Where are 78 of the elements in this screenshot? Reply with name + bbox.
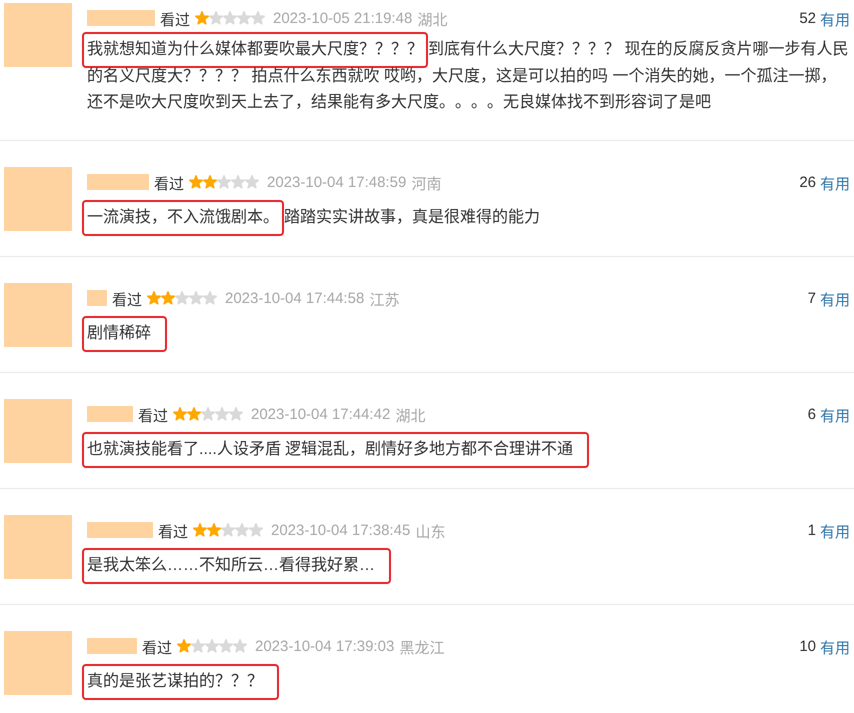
comment-time: 2023-10-04 17:44:58 — [225, 290, 364, 306]
star-icon — [217, 175, 231, 189]
star-icon — [229, 407, 243, 421]
avatar-placeholder — [4, 283, 72, 347]
star-icon — [147, 291, 161, 305]
star-icon — [235, 523, 249, 537]
comment-location: 黑龙江 — [399, 638, 444, 656]
comment-time: 2023-10-05 21:19:48 — [273, 10, 412, 26]
star-icon — [223, 11, 237, 25]
star-icon — [231, 175, 245, 189]
star-icon — [201, 407, 215, 421]
comment-location: 湖北 — [417, 10, 448, 28]
star-icon — [237, 11, 251, 25]
redaction-block — [87, 638, 137, 654]
star-icon — [203, 175, 217, 189]
redaction-block — [87, 174, 149, 190]
star-icon — [209, 11, 223, 25]
star-icon — [221, 523, 235, 537]
star-icon — [191, 639, 205, 653]
redaction-block — [87, 290, 107, 306]
vote-count: 10 — [799, 638, 816, 654]
star-icon — [187, 407, 201, 421]
avatar-placeholder — [4, 631, 72, 695]
useful-link[interactable]: 有用 — [820, 172, 850, 192]
star-icon — [189, 291, 203, 305]
redaction-block — [87, 406, 133, 422]
comment-text: 剧情稀碎 — [82, 316, 167, 352]
star-icon — [207, 523, 221, 537]
star-icon — [245, 175, 259, 189]
watch-status: 看过 — [112, 290, 142, 308]
star-icon — [193, 523, 207, 537]
comment-location: 山东 — [415, 522, 446, 540]
comment-time: 2023-10-04 17:38:45 — [271, 522, 410, 538]
watch-status: 看过 — [154, 174, 184, 192]
star-icon — [195, 11, 209, 25]
comment-time: 2023-10-04 17:39:03 — [255, 638, 394, 654]
comment-text: 也就演技能看了....人设矛盾 逻辑混乱，剧情好多地方都不合理讲不通 — [82, 432, 590, 468]
comment-time: 2023-10-04 17:48:59 — [267, 174, 406, 190]
useful-link[interactable]: 有用 — [820, 288, 850, 308]
star-icon — [233, 639, 247, 653]
redaction-block — [87, 522, 153, 538]
redaction-block — [87, 10, 155, 26]
comment-text: 是我太笨么……不知所云…看得我好累… — [82, 548, 391, 584]
star-icon — [219, 639, 233, 653]
avatar-placeholder — [4, 167, 72, 231]
star-icon — [205, 639, 219, 653]
star-icon — [177, 639, 191, 653]
star-icon — [175, 291, 189, 305]
watch-status: 看过 — [160, 10, 190, 28]
watch-status: 看过 — [158, 522, 188, 540]
comment-time: 2023-10-04 17:44:42 — [251, 406, 390, 422]
vote-count: 7 — [808, 290, 816, 306]
vote-count: 26 — [799, 174, 816, 190]
avatar-placeholder — [4, 515, 72, 579]
avatar-placeholder — [4, 399, 72, 463]
star-icon — [203, 291, 217, 305]
star-icon — [161, 291, 175, 305]
useful-link[interactable]: 有用 — [820, 520, 850, 540]
comment-text: 我就想知道为什么媒体都要吹最大尺度？？？？ 到底有什么大尺度？？？？ 现在的反腐反贪片哪一步有人民的名义尺度大？？？？ 拍点什么东西就吹 哎哟，大尺度，这是可以拍的吗 一个消失的她，一个孤注一掷，还不是吹大尺度吹到天上去了，结果能有多大尺度。。。。无良媒体找不到形容词了是吧 — [82, 32, 850, 120]
useful-link[interactable]: 有用 — [820, 404, 850, 424]
star-icon — [173, 407, 187, 421]
useful-link[interactable]: 有用 — [820, 8, 850, 28]
watch-status: 看过 — [138, 406, 168, 424]
star-icon — [251, 11, 265, 25]
comment-location: 湖北 — [395, 406, 426, 424]
star-icon — [249, 523, 263, 537]
watch-status: 看过 — [142, 638, 172, 656]
vote-count: 52 — [799, 10, 816, 26]
useful-link[interactable]: 有用 — [820, 636, 850, 656]
comment-text: 真的是张艺谋拍的？？？ — [82, 664, 279, 700]
comment-text: 一流演技，不入流饿剧本。 踏踏实实讲故事，真是很难得的能力 — [82, 200, 540, 236]
avatar-placeholder — [4, 3, 72, 67]
star-icon — [189, 175, 203, 189]
star-icon — [215, 407, 229, 421]
comment-location: 河南 — [411, 174, 442, 192]
vote-count: 1 — [808, 522, 816, 538]
vote-count: 6 — [808, 406, 816, 422]
comment-location: 江苏 — [369, 290, 400, 308]
